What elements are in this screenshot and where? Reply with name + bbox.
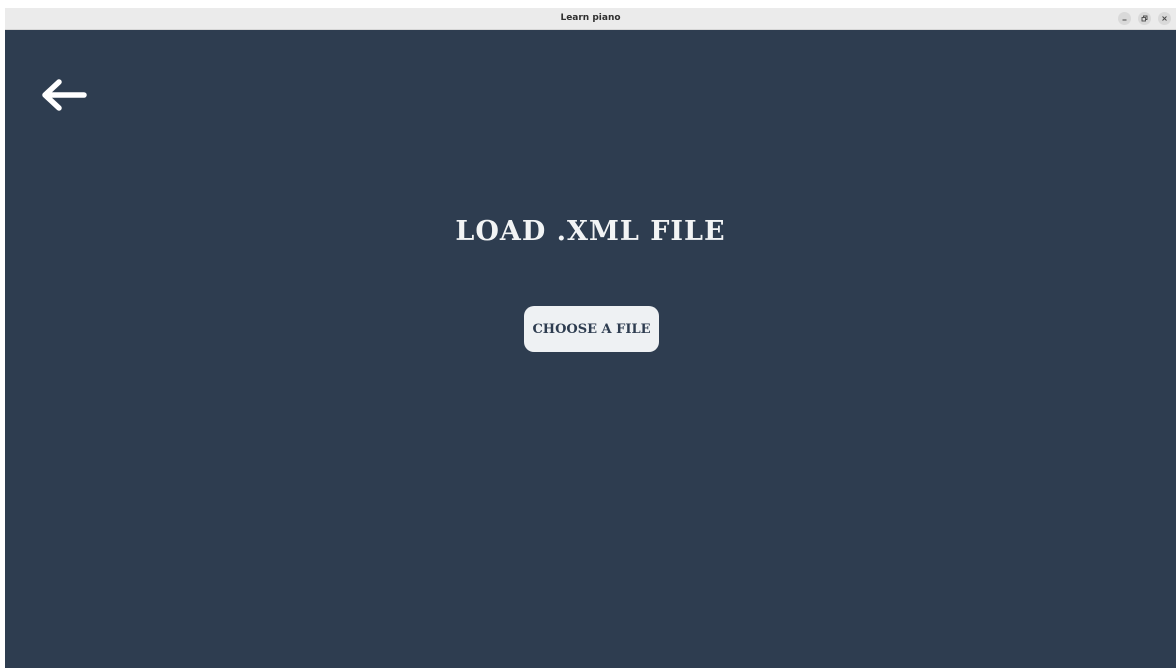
main-content: LOAD .XML FILE CHOOSE A FILE <box>5 30 1176 668</box>
maximize-button[interactable] <box>1138 12 1151 25</box>
minimize-button[interactable] <box>1118 12 1131 25</box>
back-button[interactable] <box>38 76 88 118</box>
choose-file-label: CHOOSE A FILE <box>532 321 651 337</box>
page-title: LOAD .XML FILE <box>455 216 726 247</box>
screen: Learn piano LOAD .XML FILE CHOOSE A FILE <box>0 0 1176 668</box>
minimize-icon <box>1121 15 1128 22</box>
close-icon <box>1161 15 1168 22</box>
close-button[interactable] <box>1158 12 1171 25</box>
window-titlebar[interactable]: Learn piano <box>5 8 1176 30</box>
restore-icon <box>1141 15 1148 22</box>
window-title: Learn piano <box>560 13 621 23</box>
app-window: Learn piano LOAD .XML FILE CHOOSE A FILE <box>5 8 1176 668</box>
choose-file-button[interactable]: CHOOSE A FILE <box>524 306 659 352</box>
arrow-left-icon <box>39 78 87 116</box>
window-controls <box>1118 12 1171 25</box>
